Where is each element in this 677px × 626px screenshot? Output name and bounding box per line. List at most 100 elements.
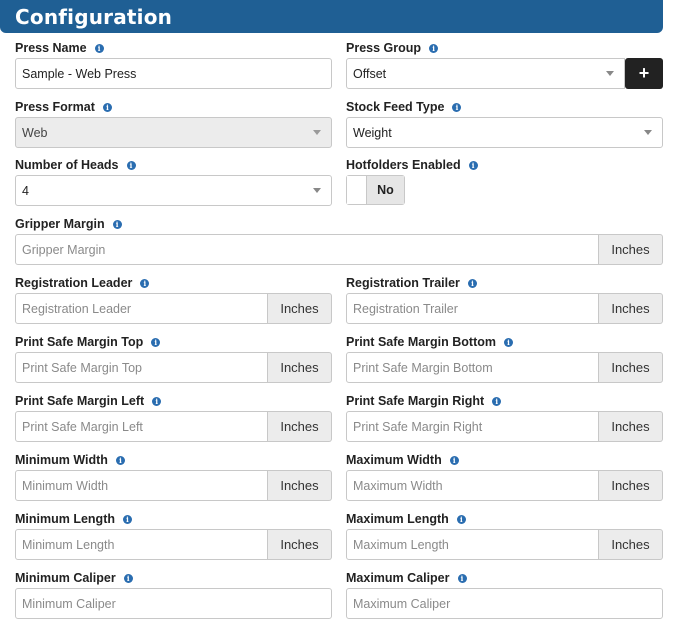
print-safe-margin-right-input[interactable] xyxy=(347,412,598,441)
info-icon[interactable]: i xyxy=(452,102,462,112)
stock-feed-type-label: Stock Feed Type i xyxy=(346,99,462,115)
number-of-heads-value: 4 xyxy=(22,183,29,198)
info-icon[interactable]: i xyxy=(102,102,112,112)
maximum-width-input-wrap xyxy=(346,470,599,501)
info-icon[interactable]: i xyxy=(457,573,467,583)
gripper-margin-input[interactable] xyxy=(16,235,598,264)
info-icon[interactable]: i xyxy=(152,396,162,406)
print-safe-margin-top-input-wrap xyxy=(15,352,268,383)
chevron-down-icon xyxy=(313,188,321,193)
maximum-caliper-input-wrap xyxy=(346,588,663,619)
maximum-caliper-field: Maximum Caliper i xyxy=(346,570,663,620)
press-format-field: Press Format i Web xyxy=(15,99,332,149)
info-icon[interactable]: i xyxy=(429,43,439,53)
stock-feed-type-value: Weight xyxy=(353,125,392,140)
maximum-length-input[interactable] xyxy=(347,530,598,559)
minimum-caliper-field: Minimum Caliper i xyxy=(15,570,332,620)
minimum-width-label: Minimum Width i xyxy=(15,452,125,468)
info-icon[interactable]: i xyxy=(115,455,125,465)
minimum-caliper-label: Minimum Caliper i xyxy=(15,570,133,586)
minimum-width-input[interactable] xyxy=(16,471,267,500)
registration-leader-input[interactable] xyxy=(16,294,267,323)
print-safe-margin-top-unit: Inches xyxy=(268,352,332,383)
press-group-select[interactable]: Offset xyxy=(346,58,625,89)
print-safe-margin-right-unit: Inches xyxy=(599,411,663,442)
info-icon[interactable]: i xyxy=(504,337,514,347)
press-group-value: Offset xyxy=(353,66,387,81)
press-name-input-wrap xyxy=(15,58,332,89)
registration-leader-input-wrap xyxy=(15,293,268,324)
minimum-caliper-input[interactable] xyxy=(16,589,331,618)
press-format-label: Press Format i xyxy=(15,99,112,115)
minimum-width-input-wrap xyxy=(15,470,268,501)
info-icon[interactable]: i xyxy=(123,514,132,524)
stock-feed-type-select[interactable]: Weight xyxy=(346,117,663,148)
press-group-label: Press Group i xyxy=(346,40,439,56)
gripper-margin-input-wrap xyxy=(15,234,599,265)
info-icon[interactable]: i xyxy=(151,337,161,347)
minimum-length-input[interactable] xyxy=(16,530,267,559)
info-icon[interactable]: i xyxy=(492,396,502,406)
maximum-caliper-input[interactable] xyxy=(347,589,662,618)
print-safe-margin-top-input[interactable] xyxy=(16,353,267,382)
print-safe-margin-right-field: Print Safe Margin Righti Inches xyxy=(346,393,663,443)
info-icon[interactable]: i xyxy=(140,278,150,288)
info-icon[interactable]: i xyxy=(123,573,133,583)
hotfolders-enabled-field: Hotfolders Enabled i No xyxy=(346,157,663,207)
print-safe-margin-left-input[interactable] xyxy=(16,412,267,441)
registration-trailer-label: Registration Trailer i xyxy=(346,275,477,291)
print-safe-margin-bottom-field: Print Safe Margin Bottomi Inches xyxy=(346,334,663,384)
chevron-down-icon xyxy=(313,130,321,135)
print-safe-margin-right-label: Print Safe Margin Right i xyxy=(346,393,502,409)
section-title: Configuration xyxy=(15,5,173,29)
number-of-heads-select[interactable]: 4 xyxy=(15,175,332,206)
registration-trailer-input[interactable] xyxy=(347,294,598,323)
print-safe-margin-right-input-wrap xyxy=(346,411,599,442)
press-name-input[interactable] xyxy=(16,59,331,88)
print-safe-margin-bottom-input-wrap xyxy=(346,352,599,383)
print-safe-margin-bottom-input[interactable] xyxy=(347,353,598,382)
chevron-down-icon xyxy=(644,130,652,135)
maximum-width-input[interactable] xyxy=(347,471,598,500)
gripper-margin-unit: Inches xyxy=(599,234,663,265)
print-safe-margin-left-label: Print Safe Margin Left i xyxy=(15,393,162,409)
stock-feed-type-field: Stock Feed Type i Weight xyxy=(346,99,663,149)
maximum-width-unit: Inches xyxy=(599,470,663,501)
registration-leader-field: Registration Leaderi Inches xyxy=(15,275,332,325)
minimum-length-field: Minimum Lengthi Inches xyxy=(15,511,332,561)
minimum-caliper-input-wrap xyxy=(15,588,332,619)
maximum-width-field: Maximum Widthi Inches xyxy=(346,452,663,502)
hotfolders-enabled-label: Hotfolders Enabled i xyxy=(346,157,478,173)
registration-trailer-field: Registration Traileri Inches xyxy=(346,275,663,325)
maximum-length-input-wrap xyxy=(346,529,599,560)
info-icon[interactable]: i xyxy=(456,514,466,524)
registration-trailer-unit: Inches xyxy=(599,293,663,324)
number-of-heads-label: Number of Heads i xyxy=(15,157,136,173)
print-safe-margin-left-field: Print Safe Margin Lefti Inches xyxy=(15,393,332,443)
minimum-length-label: Minimum Length i xyxy=(15,511,132,527)
info-icon[interactable]: i xyxy=(126,160,136,170)
info-icon[interactable]: i xyxy=(112,219,122,229)
print-safe-margin-left-unit: Inches xyxy=(268,411,332,442)
print-safe-margin-top-field: Print Safe Margin Topi Inches xyxy=(15,334,332,384)
maximum-caliper-label: Maximum Caliper i xyxy=(346,570,467,586)
minimum-length-unit: Inches xyxy=(268,529,332,560)
number-of-heads-field: Number of Heads i 4 xyxy=(15,157,332,207)
toggle-state: No xyxy=(367,176,404,204)
maximum-width-label: Maximum Width i xyxy=(346,452,459,468)
print-safe-margin-top-label: Print Safe Margin Top i xyxy=(15,334,161,350)
press-format-select: Web xyxy=(15,117,332,148)
gripper-margin-field: Gripper Margini Inches xyxy=(15,216,663,266)
press-name-label: Press Name i xyxy=(15,40,104,56)
info-icon[interactable]: i xyxy=(94,43,104,53)
info-icon[interactable]: i xyxy=(468,160,478,170)
hotfolders-toggle[interactable]: No xyxy=(346,175,405,205)
minimum-width-field: Minimum Widthi Inches xyxy=(15,452,332,502)
press-group-field: Press Group i Offset + xyxy=(346,40,663,90)
minimum-width-unit: Inches xyxy=(268,470,332,501)
add-press-group-button[interactable]: + xyxy=(625,58,663,89)
info-icon[interactable]: i xyxy=(467,278,477,288)
registration-leader-unit: Inches xyxy=(268,293,332,324)
info-icon[interactable]: i xyxy=(449,455,459,465)
registration-trailer-input-wrap xyxy=(346,293,599,324)
